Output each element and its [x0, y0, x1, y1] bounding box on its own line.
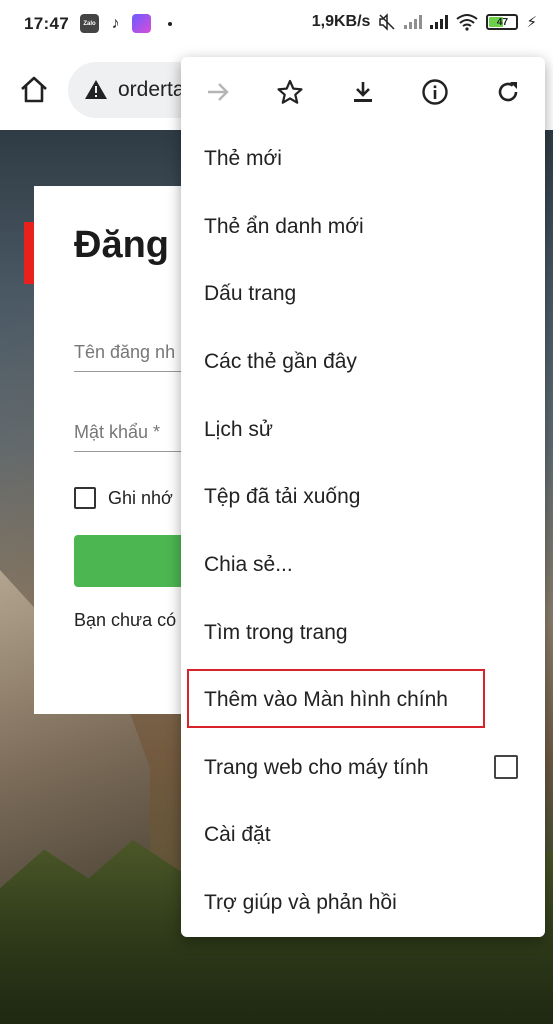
menu-item-desktop-site[interactable]: Trang web cho máy tính — [204, 753, 429, 783]
remember-label: Ghi nhớ — [108, 487, 173, 508]
menu-item-bookmarks[interactable]: Dấu trang — [204, 279, 296, 309]
menu-item-help-feedback[interactable]: Trợ giúp và phản hồi — [204, 888, 397, 918]
warning-icon[interactable] — [84, 78, 108, 102]
menu-icon-row — [181, 57, 545, 127]
download-icon[interactable] — [346, 75, 380, 109]
menu-item-incognito-tab[interactable]: Thẻ ẩn danh mới — [204, 212, 364, 242]
title-accent — [24, 222, 34, 284]
signal-1-icon — [404, 15, 423, 29]
network-speed: 1,9KB/s — [311, 13, 371, 30]
messenger-icon — [132, 14, 151, 33]
status-time: 17:47 — [24, 14, 69, 33]
menu-item-share[interactable]: Chia sẻ... — [204, 550, 293, 580]
signup-text: Bạn chưa có — [74, 610, 177, 630]
battery-level: 47 — [496, 16, 509, 28]
menu-item-find-in-page[interactable]: Tìm trong trang — [204, 618, 348, 648]
menu-item-downloads[interactable]: Tệp đã tải xuống — [204, 482, 360, 512]
reload-icon[interactable] — [491, 75, 525, 109]
url-text[interactable]: orderta — [118, 78, 185, 102]
bookmark-star-icon[interactable] — [273, 75, 307, 109]
more-notifications-icon — [168, 21, 172, 26]
highlight-annotation — [187, 669, 485, 728]
browser-menu: Thẻ mới Thẻ ẩn danh mới Dấu trang Các th… — [181, 57, 545, 937]
remember-me[interactable]: Ghi nhớ — [74, 487, 173, 509]
zalo-icon: Zalo — [80, 14, 99, 33]
mute-icon — [379, 13, 395, 31]
remember-checkbox[interactable] — [74, 487, 96, 509]
menu-item-new-tab[interactable]: Thẻ mới — [204, 144, 282, 174]
battery-icon: 47 — [486, 14, 519, 30]
wifi-icon — [456, 14, 479, 31]
status-bar: 17:47 Zalo ♪ 1,9KB/s 47 ⚡ — [0, 0, 553, 50]
menu-item-history[interactable]: Lịch sử — [204, 415, 273, 445]
charging-icon: ⚡ — [526, 14, 537, 31]
home-icon[interactable] — [18, 74, 50, 106]
tiktok-icon: ♪ — [111, 14, 120, 32]
info-icon[interactable] — [418, 75, 452, 109]
desktop-site-checkbox[interactable] — [494, 755, 518, 779]
signal-2-icon — [430, 15, 449, 29]
notification-icons: Zalo ♪ — [80, 14, 172, 33]
menu-item-recent-tabs[interactable]: Các thẻ gần đây — [204, 347, 357, 377]
status-right: 1,9KB/s 47 ⚡ — [312, 13, 537, 31]
menu-item-settings[interactable]: Cài đặt — [204, 820, 271, 850]
forward-icon[interactable] — [201, 75, 235, 109]
